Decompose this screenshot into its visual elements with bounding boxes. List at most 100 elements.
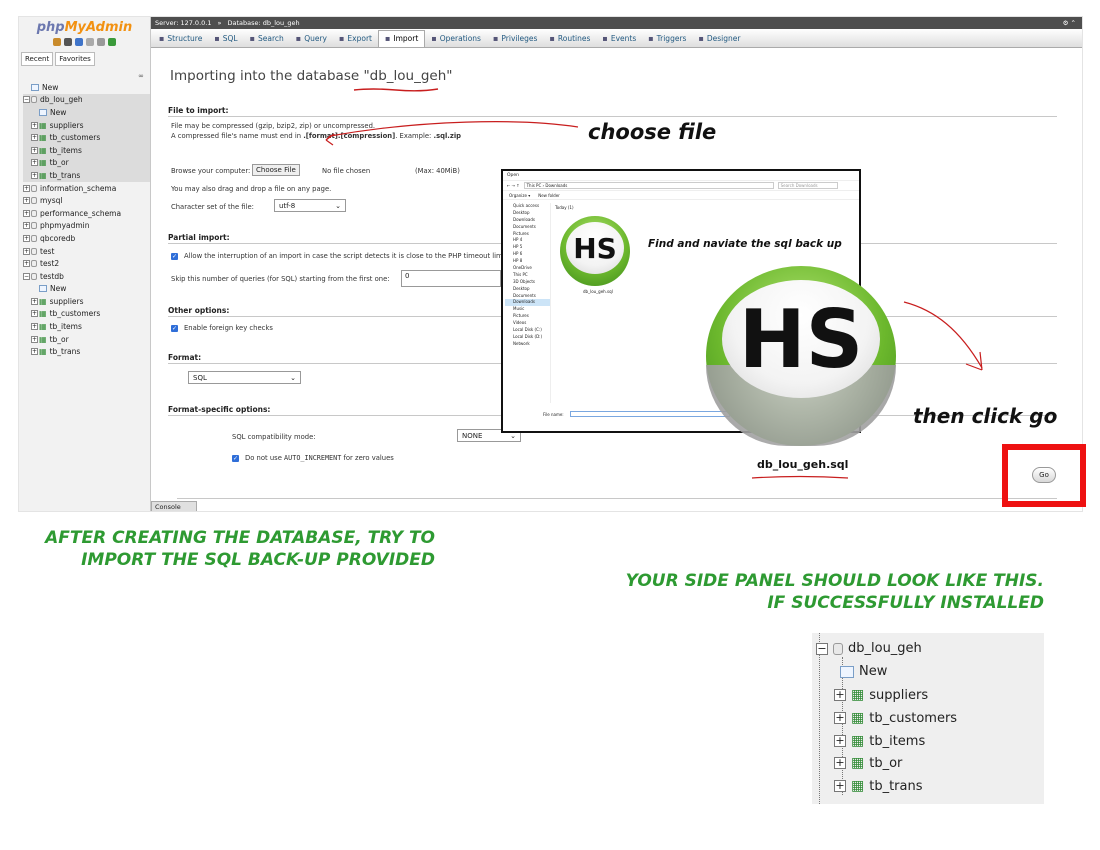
file-name-input[interactable] [569, 411, 730, 417]
dialog-nav-item[interactable]: Documents [505, 224, 550, 231]
expand-icon[interactable]: + [23, 234, 30, 242]
tree-node-table[interactable]: + ▦ tb_items [23, 320, 150, 333]
expand-icon[interactable]: + [31, 159, 38, 167]
expand-icon[interactable]: + [834, 735, 846, 747]
tree-node-db[interactable]: + performance_schema [23, 207, 150, 220]
tab-designer[interactable]: ▪ Designer [692, 31, 746, 47]
zoom-tree-node-table[interactable]: + ▦ tb_or [834, 755, 902, 771]
expand-icon[interactable]: + [31, 146, 38, 154]
expand-icon[interactable]: + [834, 689, 846, 701]
sql-file-icon[interactable]: HS [560, 216, 630, 286]
dialog-nav-item[interactable]: Desktop [505, 210, 550, 217]
dialog-nav-item[interactable]: This PC [505, 272, 550, 279]
tree-node-new[interactable]: New [23, 283, 150, 296]
tab-structure[interactable]: ▪ Structure [153, 31, 208, 47]
tree-node-table[interactable]: + ▦ tb_or [23, 333, 150, 346]
console-tab[interactable]: Console [151, 501, 197, 511]
home-icon[interactable] [53, 38, 61, 46]
expand-icon[interactable]: + [834, 712, 846, 724]
dialog-nav-item[interactable]: Quick access [505, 203, 550, 210]
tree-node-new[interactable]: New [23, 106, 150, 119]
expand-icon[interactable]: + [31, 323, 38, 331]
tree-node-db[interactable]: − db_lou_geh [23, 93, 150, 107]
dialog-nav-item[interactable]: 3D Objects [505, 279, 550, 286]
fk-checks-checkbox[interactable]: ✓ [171, 324, 178, 332]
dialog-nav-item[interactable]: HP 8 [505, 258, 550, 265]
dialog-address[interactable]: This PC › Downloads [523, 182, 774, 189]
dialog-search[interactable]: Search Downloads [777, 182, 838, 189]
tree-node-db[interactable]: + information_schema [23, 182, 150, 195]
zoom-tree-node-table[interactable]: + ▦ tb_customers [834, 710, 957, 726]
tab-events[interactable]: ▪ Events [596, 31, 642, 47]
dialog-nav-item[interactable]: Local Disk (D:) [505, 334, 550, 341]
reload-icon[interactable] [108, 38, 116, 46]
gear-icon[interactable]: ⚙ ⌃ [1063, 19, 1076, 27]
expand-icon[interactable]: + [23, 184, 30, 192]
logout-icon[interactable] [64, 38, 72, 46]
phpmyadmin-logo[interactable]: phpMyAdmin [19, 20, 150, 35]
zoom-tree-node-table[interactable]: + ▦ tb_items [834, 733, 925, 749]
expand-icon[interactable]: + [23, 209, 30, 217]
expand-icon[interactable]: + [31, 171, 38, 179]
dialog-nav-item[interactable]: HP 5 [505, 244, 550, 251]
skip-queries-input[interactable]: 0 [401, 270, 501, 287]
tree-node-db[interactable]: + test2 [23, 257, 150, 270]
dialog-nav-item[interactable]: Music [505, 306, 550, 313]
expand-icon[interactable]: + [834, 757, 846, 769]
tree-node-new[interactable]: New [23, 81, 150, 94]
breadcrumb-database[interactable]: Database: db_lou_geh [227, 19, 299, 27]
tree-node-db[interactable]: − testdb [23, 270, 150, 283]
organize-button[interactable]: Organize ▾ [509, 193, 530, 198]
tree-node-table[interactable]: + ▦ tb_or [23, 156, 150, 170]
charset-select[interactable]: utf-8 ⌄ [274, 199, 346, 212]
zoom-tree-node-table[interactable]: + ▦ suppliers [834, 687, 928, 703]
tree-node-table[interactable]: + ▦ tb_trans [23, 169, 150, 182]
tab-recent[interactable]: Recent [21, 52, 54, 66]
tab-favorites[interactable]: Favorites [55, 52, 95, 66]
dialog-nav-item[interactable]: Local Disk (C:) [505, 327, 550, 334]
nav-arrows-icon[interactable]: ← → ↑ [507, 183, 520, 188]
tab-import[interactable]: ▪ Import [377, 30, 426, 47]
tree-node-db[interactable]: + test [23, 245, 150, 258]
tree-node-db[interactable]: + phpmyadmin [23, 220, 150, 233]
expand-icon[interactable]: + [23, 260, 30, 268]
settings-icon[interactable] [97, 38, 105, 46]
expand-icon[interactable]: + [23, 197, 30, 205]
dialog-nav-item[interactable]: HP 4 [505, 237, 550, 244]
tab-triggers[interactable]: ▪ Triggers [642, 31, 692, 47]
expand-icon[interactable]: + [23, 247, 30, 255]
link-icon[interactable]: ∞ [138, 72, 144, 80]
tab-sql[interactable]: ▪ SQL [208, 31, 243, 47]
dialog-nav-item[interactable]: Pictures [505, 313, 550, 320]
expand-icon[interactable]: + [31, 335, 38, 343]
new-folder-button[interactable]: New folder [538, 193, 560, 198]
dialog-nav-item[interactable]: Videos [505, 320, 550, 327]
format-select[interactable]: SQL ⌄ [188, 371, 301, 384]
zoom-tree-node-db[interactable]: − db_lou_geh [816, 641, 922, 656]
auto-increment-checkbox[interactable]: ✓ [232, 454, 239, 462]
tree-node-table[interactable]: + ▦ tb_trans [23, 345, 150, 358]
dialog-nav-item[interactable]: Downloads [505, 217, 550, 224]
help-icon[interactable] [75, 38, 83, 46]
tree-node-table[interactable]: + ▦ tb_customers [23, 308, 150, 321]
collapse-icon[interactable]: − [23, 272, 30, 280]
expand-icon[interactable]: + [23, 222, 30, 230]
tab-routines[interactable]: ▪ Routines [543, 31, 596, 47]
tree-node-table[interactable]: + ▦ tb_customers [23, 131, 150, 144]
tab-export[interactable]: ▪ Export [333, 31, 378, 47]
expand-icon[interactable]: + [31, 348, 38, 356]
dialog-nav-item[interactable]: Network [505, 341, 550, 348]
dialog-nav-item[interactable]: Documents [505, 293, 550, 300]
tab-search[interactable]: ▪ Search [244, 31, 290, 47]
tree-node-db[interactable]: + mysql [23, 194, 150, 207]
breadcrumb-server[interactable]: Server: 127.0.0.1 [155, 19, 211, 27]
expand-icon[interactable]: + [31, 134, 38, 142]
dialog-nav-item[interactable]: Downloads [505, 299, 550, 307]
expand-icon[interactable]: + [31, 310, 38, 318]
dialog-nav-item[interactable]: Desktop [505, 286, 550, 293]
tree-node-db[interactable]: + qbcoredb [23, 232, 150, 245]
expand-icon[interactable]: + [31, 121, 38, 129]
zoom-tree-node-table[interactable]: + ▦ tb_trans [834, 778, 923, 794]
choose-file-button[interactable]: Choose File [252, 164, 300, 176]
collapse-icon[interactable]: − [816, 642, 828, 655]
